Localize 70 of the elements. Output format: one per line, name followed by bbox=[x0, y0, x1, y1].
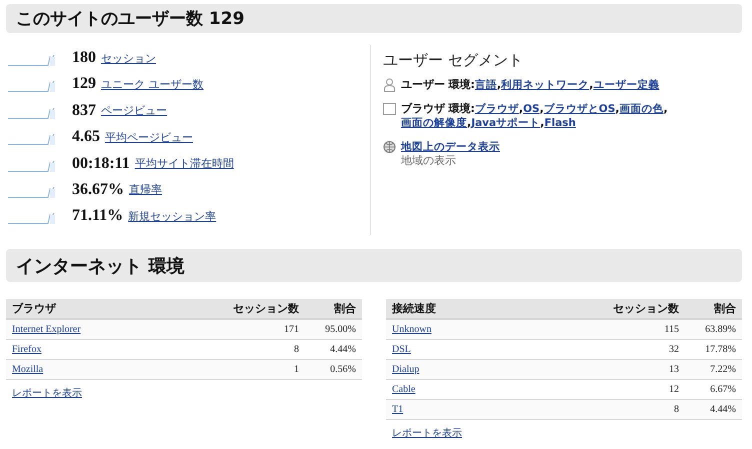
table-cell: 4.44% bbox=[685, 400, 742, 420]
table-cell: 115 bbox=[583, 319, 685, 340]
segment-link[interactable]: OS bbox=[523, 103, 540, 115]
segment-link[interactable]: Javaサポート bbox=[471, 117, 540, 129]
column-header: 接続速度 bbox=[386, 299, 583, 319]
segment-link[interactable]: 言語 bbox=[474, 79, 497, 91]
metric-link[interactable]: 平均ページビュー bbox=[105, 130, 193, 145]
metric-value: 71.11% bbox=[72, 207, 124, 226]
metric-link[interactable]: 新規セッション率 bbox=[128, 208, 216, 224]
separator: , bbox=[540, 116, 544, 129]
separator: , bbox=[663, 102, 668, 115]
metric-link[interactable]: 直帰率 bbox=[129, 182, 162, 198]
separator: , bbox=[518, 102, 524, 115]
segment-link[interactable]: ブラウザ bbox=[474, 103, 519, 115]
segment-link[interactable]: 利用ネットワーク bbox=[501, 79, 590, 91]
section-title: インターネット 環境 bbox=[6, 249, 742, 282]
segment-name: ユーザー bbox=[401, 78, 445, 91]
table-cell: 7.22% bbox=[685, 360, 742, 380]
table-cell: 95.00% bbox=[305, 319, 362, 340]
metric-value: 00:18:11 bbox=[72, 154, 130, 173]
row-link[interactable]: Mozilla bbox=[12, 364, 44, 375]
section-title: このサイトのユーザー数 129 bbox=[6, 4, 742, 33]
metric-value: 4.65 bbox=[72, 128, 100, 146]
segment-prefix: 環境: bbox=[448, 78, 475, 91]
column-header: セッション数 bbox=[583, 299, 685, 319]
table-cell: 0.56% bbox=[305, 360, 362, 380]
segment-link[interactable]: ブラウザとOS bbox=[544, 103, 616, 115]
row-link[interactable]: Internet Explorer bbox=[12, 324, 81, 335]
column-header: ブラウザ bbox=[6, 299, 203, 319]
row-link[interactable]: Cable bbox=[392, 384, 416, 395]
metric-link[interactable]: ユニーク ユーザー数 bbox=[101, 76, 204, 92]
separator: , bbox=[615, 102, 620, 115]
map-link[interactable]: 地図上のデータ表示 bbox=[401, 141, 500, 153]
metric-link[interactable]: ページビュー bbox=[101, 103, 167, 118]
row-link[interactable]: Firefox bbox=[12, 344, 42, 355]
segment-link[interactable]: 画面の色 bbox=[619, 103, 664, 115]
table-cell: 63.89% bbox=[685, 319, 742, 340]
column-header: セッション数 bbox=[203, 299, 305, 319]
row-link[interactable]: Dialup bbox=[392, 364, 420, 375]
metric-link[interactable]: セッション bbox=[101, 50, 156, 66]
metric-value: 180 bbox=[72, 49, 96, 67]
metric-value: 36.67% bbox=[72, 180, 124, 199]
separator: , bbox=[589, 78, 594, 91]
segment-title: ユーザー セグメント bbox=[383, 51, 524, 70]
table-cell: 8 bbox=[583, 400, 685, 420]
window-icon bbox=[383, 102, 396, 116]
metric-link[interactable]: 平均サイト滞在時間 bbox=[134, 156, 234, 172]
row-link[interactable]: T1 bbox=[392, 404, 404, 415]
globe-icon bbox=[383, 140, 396, 154]
table-cell: 13 bbox=[583, 360, 685, 380]
separator: , bbox=[540, 102, 544, 115]
segment-prefix: 環境: bbox=[448, 102, 475, 115]
person-icon bbox=[383, 78, 396, 92]
metric-value: 837 bbox=[72, 102, 96, 120]
metric-value: 129 bbox=[72, 75, 96, 94]
row-link[interactable]: DSL bbox=[392, 344, 411, 355]
column-header: 割合 bbox=[305, 299, 362, 319]
separator: , bbox=[496, 78, 502, 91]
table-cell: 1 bbox=[203, 360, 305, 380]
segment-link[interactable]: 画面の解像度 bbox=[401, 117, 467, 129]
row-link[interactable]: Unknown bbox=[392, 324, 432, 335]
segment-link[interactable]: Flash bbox=[544, 117, 576, 129]
column-header: 割合 bbox=[685, 299, 742, 319]
map-note: 地域の表示 bbox=[401, 154, 457, 168]
table-cell: 171 bbox=[203, 319, 305, 340]
separator: , bbox=[467, 116, 472, 129]
report-link[interactable]: レポートを表示 bbox=[392, 426, 462, 440]
segment-link[interactable]: ユーザー定義 bbox=[593, 79, 660, 91]
report-link[interactable]: レポートを表示 bbox=[12, 386, 82, 400]
segment-name: ブラウザ bbox=[401, 102, 445, 115]
